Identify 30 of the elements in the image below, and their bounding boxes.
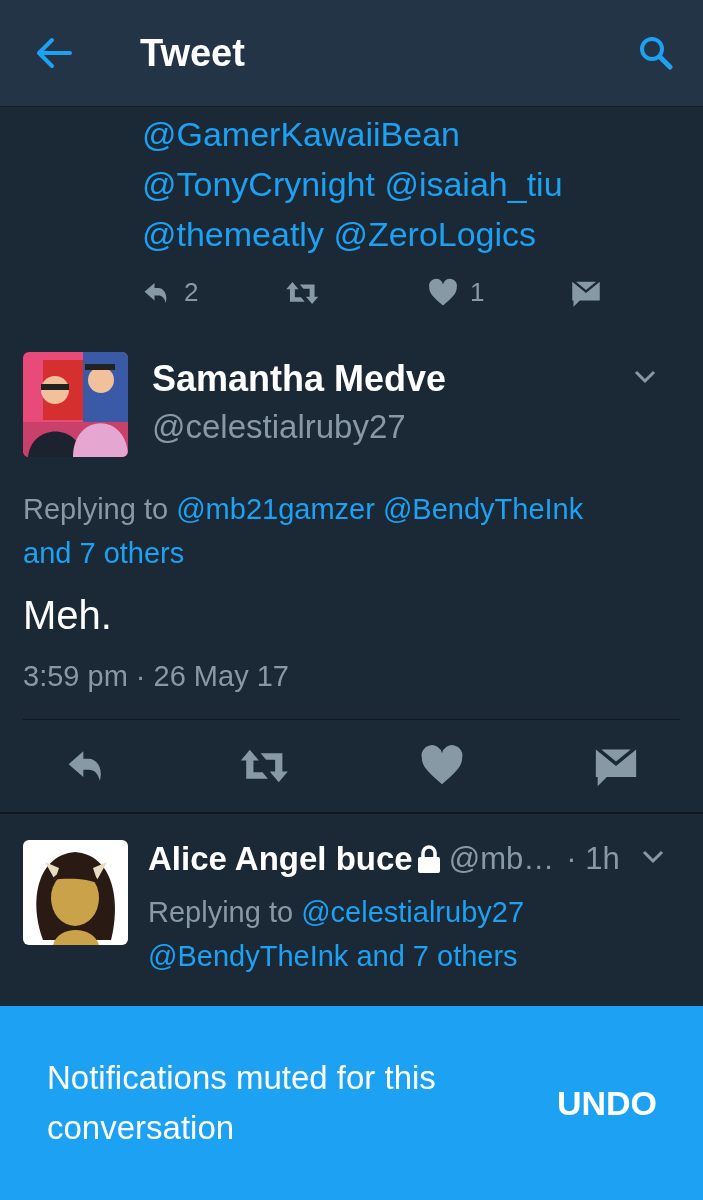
replying-label: Replying to [23, 493, 169, 525]
mention-link[interactable]: and 7 others [23, 537, 185, 569]
mention-link[interactable]: @BendyTheInk [148, 940, 349, 972]
mention-link[interactable]: @BendyTheInk [382, 493, 584, 525]
search-icon[interactable] [639, 36, 673, 70]
action-count: 2 [184, 277, 199, 308]
mention-link[interactable]: @GamerKawaiiBean [142, 115, 460, 153]
mention-link[interactable]: @themeatly [142, 215, 324, 253]
action-count: 1 [470, 277, 485, 308]
chevron-down-icon[interactable] [634, 370, 656, 384]
mention-link[interactable]: @mb21gamzer [176, 493, 375, 525]
undo-button[interactable]: UNDO [556, 1077, 657, 1129]
user-name: Alice Angel buce [148, 840, 413, 878]
mention-link[interactable]: @ZeroLogics [333, 215, 537, 253]
snackbar-message: Notifications muted for this conversation [47, 1058, 437, 1148]
heart-icon[interactable] [428, 277, 458, 308]
tweet-timestamp: 3:59 pm · 26 May 17 [23, 660, 680, 720]
tweet-text: Meh. [23, 593, 113, 638]
user-handle: @celestialruby27 [152, 408, 407, 446]
mention-link[interactable]: @TonyCrynight [142, 165, 375, 203]
user-name: Samantha Medve [152, 358, 448, 400]
mention-link[interactable]: @isaiah_tiu [384, 165, 563, 203]
user-handle: @mb… [448, 841, 555, 877]
chevron-down-icon[interactable] [641, 850, 664, 864]
mention-link[interactable]: and 7 others [356, 940, 518, 972]
tweet-age: · 1h [566, 841, 620, 877]
back-arrow-icon[interactable] [36, 37, 72, 69]
mention-link[interactable]: @celestialruby27 [301, 896, 525, 928]
replying-label: Replying to [148, 896, 294, 928]
screen-title: Tweet [140, 31, 246, 75]
